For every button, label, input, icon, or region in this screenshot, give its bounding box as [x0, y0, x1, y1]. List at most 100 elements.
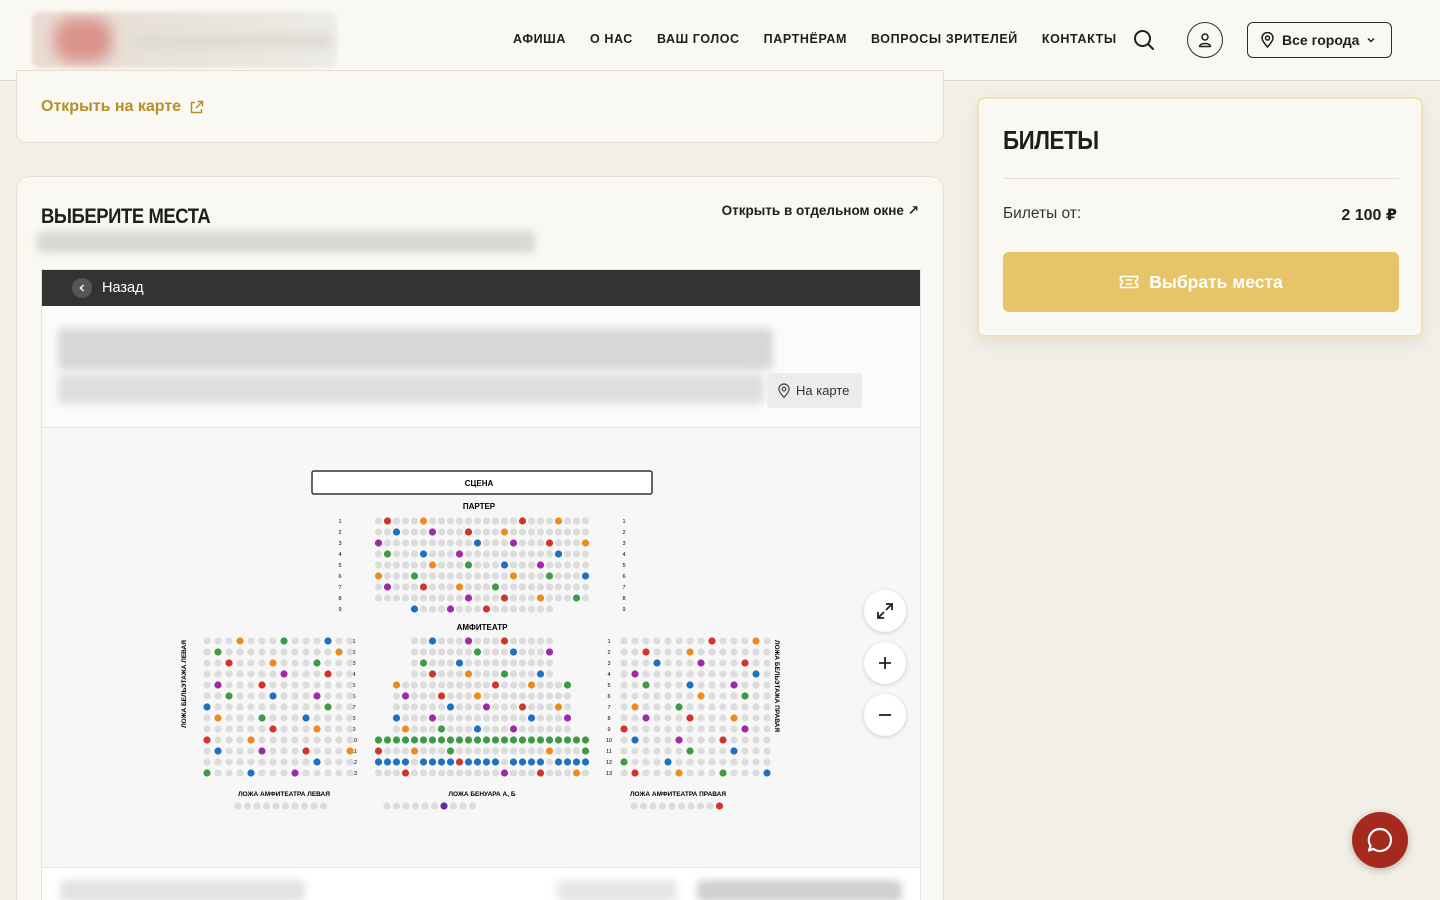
seat[interactable] [653, 648, 661, 656]
seat[interactable] [401, 725, 410, 733]
seat[interactable] [280, 747, 288, 755]
seat[interactable] [491, 550, 500, 558]
seat[interactable] [455, 528, 464, 536]
seat[interactable] [482, 692, 491, 700]
seat[interactable] [214, 637, 222, 645]
seat[interactable] [500, 637, 509, 645]
seat[interactable] [203, 736, 211, 744]
seat[interactable] [464, 528, 473, 536]
seat[interactable] [536, 736, 545, 744]
seat[interactable] [675, 714, 683, 722]
seat[interactable] [236, 769, 244, 777]
seat[interactable] [324, 648, 332, 656]
seat[interactable] [491, 681, 500, 689]
seat[interactable] [500, 769, 509, 777]
seat[interactable] [631, 637, 639, 645]
seat[interactable] [419, 572, 428, 580]
seat[interactable] [563, 725, 572, 733]
seat[interactable] [664, 692, 672, 700]
seat[interactable] [697, 714, 705, 722]
seat[interactable] [464, 539, 473, 547]
seat[interactable] [545, 703, 554, 711]
seat[interactable] [730, 714, 738, 722]
seat[interactable] [563, 561, 572, 569]
seat[interactable] [572, 583, 581, 591]
seat[interactable] [730, 659, 738, 667]
seat[interactable] [464, 736, 473, 744]
seat[interactable] [482, 758, 491, 766]
seat[interactable] [687, 802, 695, 810]
city-select[interactable]: Все города [1247, 22, 1392, 58]
seat[interactable] [741, 648, 749, 656]
seat[interactable] [464, 747, 473, 755]
seat[interactable] [464, 681, 473, 689]
seat[interactable] [664, 670, 672, 678]
seat[interactable] [509, 725, 518, 733]
seat[interactable] [419, 681, 428, 689]
seat[interactable] [428, 703, 437, 711]
seat[interactable] [302, 659, 310, 667]
seat[interactable] [545, 725, 554, 733]
seat[interactable] [473, 550, 482, 558]
seat[interactable] [563, 594, 572, 602]
seat[interactable] [455, 637, 464, 645]
seat[interactable] [392, 681, 401, 689]
seat[interactable] [437, 517, 446, 525]
seat[interactable] [563, 681, 572, 689]
seat[interactable] [346, 648, 354, 656]
seat[interactable] [247, 670, 255, 678]
seat[interactable] [545, 517, 554, 525]
seat[interactable] [527, 572, 536, 580]
seat[interactable] [302, 714, 310, 722]
seat[interactable] [203, 648, 211, 656]
seat[interactable] [392, 692, 401, 700]
seat[interactable] [214, 670, 222, 678]
seat[interactable] [374, 594, 383, 602]
seat[interactable] [545, 659, 554, 667]
seat[interactable] [642, 648, 650, 656]
seat[interactable] [500, 758, 509, 766]
seat[interactable] [491, 637, 500, 645]
seat[interactable] [686, 736, 694, 744]
seat[interactable] [473, 561, 482, 569]
seat[interactable] [581, 528, 590, 536]
seat[interactable] [455, 747, 464, 755]
seat[interactable] [482, 572, 491, 580]
seat[interactable] [455, 605, 464, 613]
seat[interactable] [374, 583, 383, 591]
seat[interactable] [500, 747, 509, 755]
seat[interactable] [545, 758, 554, 766]
seat[interactable] [554, 550, 563, 558]
zoom-out-button[interactable] [864, 694, 906, 736]
seat[interactable] [763, 692, 771, 700]
seat[interactable] [491, 725, 500, 733]
seat[interactable] [518, 572, 527, 580]
seat[interactable] [437, 659, 446, 667]
seat[interactable] [324, 670, 332, 678]
seat[interactable] [236, 703, 244, 711]
seat[interactable] [437, 605, 446, 613]
seat[interactable] [446, 550, 455, 558]
seat[interactable] [730, 758, 738, 766]
seat[interactable] [225, 736, 233, 744]
seat[interactable] [708, 725, 716, 733]
seat[interactable] [631, 659, 639, 667]
seat[interactable] [630, 802, 638, 810]
seat[interactable] [455, 539, 464, 547]
seat[interactable] [203, 714, 211, 722]
seat[interactable] [437, 736, 446, 744]
seat[interactable] [225, 747, 233, 755]
seat[interactable] [509, 539, 518, 547]
seat[interactable] [536, 561, 545, 569]
seat[interactable] [668, 802, 676, 810]
seat[interactable] [203, 670, 211, 678]
seat[interactable] [335, 648, 343, 656]
seat[interactable] [527, 583, 536, 591]
seat[interactable] [649, 802, 657, 810]
seat[interactable] [509, 605, 518, 613]
seat[interactable] [554, 517, 563, 525]
seat[interactable] [243, 802, 252, 810]
seat[interactable] [392, 758, 401, 766]
seat[interactable] [401, 692, 410, 700]
seat[interactable] [518, 681, 527, 689]
